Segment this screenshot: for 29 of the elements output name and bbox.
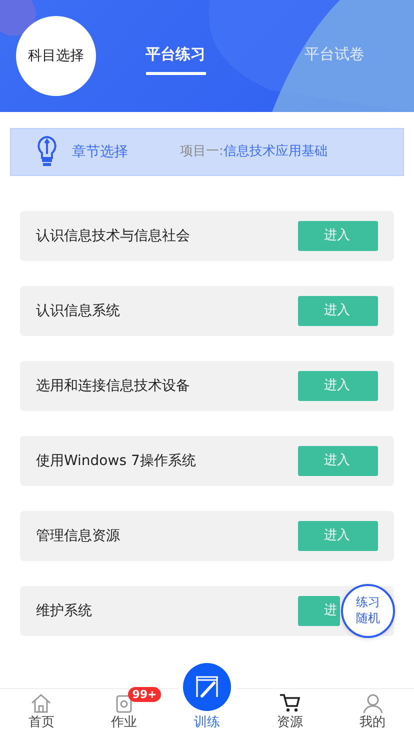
enter-button[interactable]: 进入 <box>298 371 378 401</box>
enter-button[interactable]: 进入 <box>298 296 378 326</box>
lesson-title: 管理信息资源 <box>36 526 120 546</box>
count-badge: 99+ <box>128 687 161 702</box>
nav-tab[interactable]: 首页 <box>0 689 83 736</box>
nav-tab[interactable]: 资源 <box>248 689 332 736</box>
tab[interactable]: 平台试卷 <box>304 43 364 75</box>
lightbulb-icon <box>36 135 58 169</box>
nav-tab[interactable]: 99+ 作业 <box>82 689 166 736</box>
clipboard-icon <box>114 692 134 712</box>
lesson-title: 认识信息系统 <box>36 302 120 320</box>
project-prefix: 项目一: <box>180 143 224 162</box>
nav-tab[interactable]: 训练 <box>166 659 248 736</box>
lesson-title: 选用和连接信息技术设备 <box>36 376 190 396</box>
project-name: 信息技术应用基础 <box>223 143 328 162</box>
lesson-title: 维护系统 <box>36 602 92 620</box>
lesson-title: 认识信息技术与信息社会 <box>36 226 190 246</box>
enter-button[interactable]: 进 <box>298 596 340 626</box>
subject-select-button[interactable]: 科目选择 <box>16 16 96 96</box>
enter-button[interactable]: 进入 <box>298 221 378 251</box>
lesson-title: 使用Windows 7操作系统 <box>36 452 196 470</box>
enter-button[interactable]: 进入 <box>298 521 378 551</box>
nav-tab[interactable]: 我的 <box>331 689 414 736</box>
user-icon <box>362 692 384 712</box>
enter-button[interactable]: 进入 <box>298 446 378 476</box>
chapter-select-link[interactable]: 章节选择 <box>72 142 128 162</box>
tab[interactable]: 平台练习 <box>146 43 206 75</box>
home-icon <box>30 692 52 712</box>
cart-icon <box>278 692 301 712</box>
